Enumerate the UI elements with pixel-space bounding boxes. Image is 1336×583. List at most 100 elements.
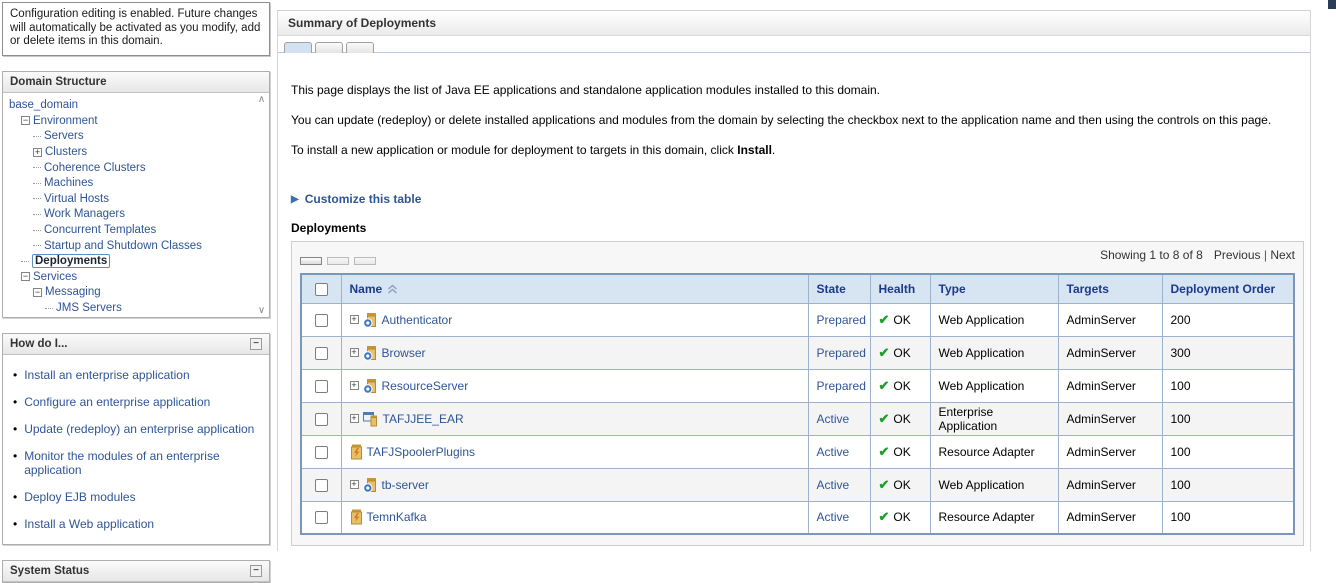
domain-tree-item[interactable]: Work Managers <box>7 207 254 223</box>
how-do-i-link[interactable]: Deploy EJB modules <box>24 490 135 504</box>
table-row: TemnKafka Active ✔ OK Resource Adapter A… <box>301 501 1294 534</box>
column-header-health: Health <box>870 274 930 303</box>
expand-row-icon[interactable]: + <box>350 414 359 423</box>
deployment-name-link[interactable]: tb-server <box>382 478 429 492</box>
tree-item-label[interactable]: Environment <box>33 115 98 127</box>
table-row: + tb-server Active ✔ OK <box>301 468 1294 501</box>
row-checkbox[interactable] <box>315 413 328 426</box>
row-checkbox[interactable] <box>315 380 328 393</box>
how-do-i-item: • Install an enterprise application <box>13 368 261 382</box>
update-button[interactable] <box>327 257 349 265</box>
scroll-up-icon[interactable]: ∧ <box>258 95 265 104</box>
domain-tree-item[interactable]: − Services <box>7 269 254 285</box>
row-checkbox[interactable] <box>315 314 328 327</box>
row-checkbox[interactable] <box>315 511 328 524</box>
tab-control[interactable] <box>315 42 343 53</box>
how-do-i-link[interactable]: Update (redeploy) an enterprise applicat… <box>24 422 254 436</box>
tree-expander-icon[interactable]: − <box>33 288 42 297</box>
deployment-name-link[interactable]: ResourceServer <box>382 379 469 393</box>
row-checkbox[interactable] <box>315 479 328 492</box>
deployment-name-link[interactable]: TAFJSpoolerPlugins <box>367 445 476 459</box>
select-all-checkbox[interactable] <box>315 283 328 296</box>
domain-tree-item[interactable]: + Clusters <box>7 144 254 160</box>
previous-button[interactable]: Previous <box>1214 248 1261 262</box>
row-checkbox[interactable] <box>315 347 328 360</box>
order-cell: 100 <box>1162 402 1294 435</box>
customize-table-link[interactable]: ▶ Customize this table <box>291 192 1304 206</box>
select-all-column-header <box>301 274 341 303</box>
health-cell: ✔ OK <box>870 468 930 501</box>
tree-connector <box>33 198 41 199</box>
how-do-i-item: • Monitor the modules of an enterprise a… <box>13 449 261 477</box>
how-do-i-link[interactable]: Install an enterprise application <box>24 368 189 382</box>
health-ok-icon: ✔ <box>879 411 890 427</box>
tab-configuration[interactable] <box>284 42 312 53</box>
how-do-i-link[interactable]: Configure an enterprise application <box>24 395 210 409</box>
expand-row-icon[interactable]: + <box>350 348 359 357</box>
domain-tree-item[interactable]: Servers <box>7 129 254 145</box>
tree-item-label[interactable]: Machines <box>44 177 93 189</box>
intro-paragraph: This page displays the list of Java EE a… <box>291 84 1304 97</box>
expand-row-icon[interactable]: + <box>350 381 359 390</box>
sort-icon[interactable] <box>387 284 398 294</box>
tree-item-label[interactable]: JMS Servers <box>56 302 122 314</box>
state-cell: Prepared <box>808 369 870 402</box>
domain-tree-item[interactable]: Startup and Shutdown Classes <box>7 238 254 254</box>
domain-tree-item[interactable]: base_domain <box>7 98 254 114</box>
deployment-name-link[interactable]: Browser <box>382 346 426 360</box>
deployments-table: Name State Health Type Targets Deploymen <box>300 273 1295 535</box>
collapse-icon[interactable]: − <box>250 338 262 350</box>
tree-item-label[interactable]: Messaging <box>45 286 101 298</box>
deployment-name-link[interactable]: Authenticator <box>382 313 453 327</box>
tree-expander-icon[interactable]: + <box>33 148 42 157</box>
domain-structure-tree: base_domain − Environment Servers + Clus… <box>3 93 269 317</box>
column-header-targets: Targets <box>1058 274 1162 303</box>
domain-tree-item[interactable]: Concurrent Templates <box>7 222 254 238</box>
expand-row-icon[interactable]: + <box>350 315 359 324</box>
bullet-icon: • <box>13 517 17 531</box>
tree-item-label[interactable]: base_domain <box>9 99 78 111</box>
tree-expander-icon[interactable]: − <box>21 272 30 281</box>
install-button[interactable] <box>300 257 322 265</box>
tree-expander-icon[interactable]: − <box>21 116 30 125</box>
domain-tree-item[interactable]: Coherence Clusters <box>7 160 254 176</box>
expand-row-icon[interactable]: + <box>350 480 359 489</box>
tree-item-label[interactable]: Deployments <box>32 254 110 268</box>
domain-tree-item[interactable]: − Environment <box>7 113 254 129</box>
domain-tree-item[interactable]: Machines <box>7 175 254 191</box>
tree-item-label[interactable]: Virtual Hosts <box>44 193 109 205</box>
enterprise-application-icon <box>363 411 379 427</box>
tree-item-label[interactable]: Work Managers <box>44 208 125 220</box>
tree-item-label[interactable]: Services <box>33 271 77 283</box>
tab-monitoring[interactable] <box>346 42 374 53</box>
next-button[interactable]: Next <box>1270 248 1295 262</box>
tree-item-label[interactable]: Startup and Shutdown Classes <box>44 240 202 252</box>
how-do-i-link[interactable]: Monitor the modules of an enterprise app… <box>24 449 261 477</box>
tree-item-label[interactable]: Clusters <box>45 146 87 158</box>
deployment-name-link[interactable]: TemnKafka <box>367 510 427 524</box>
scroll-down-icon[interactable]: ∨ <box>258 306 265 315</box>
state-cell: Active <box>808 468 870 501</box>
web-application-icon <box>363 477 378 493</box>
deployment-name-link[interactable]: TAFJJEE_EAR <box>383 412 464 426</box>
delete-button[interactable] <box>354 257 376 265</box>
tree-item-label[interactable]: Servers <box>44 130 84 142</box>
targets-cell: AdminServer <box>1058 468 1162 501</box>
domain-tree-item[interactable]: JMS Servers <box>7 300 254 316</box>
domain-tree-item[interactable]: Virtual Hosts <box>7 191 254 207</box>
domain-tree-item[interactable]: Deployments <box>7 253 254 269</box>
health-cell: ✔ OK <box>870 501 930 534</box>
column-header-type: Type <box>930 274 1058 303</box>
tree-connector <box>21 261 29 262</box>
tree-item-label[interactable]: Coherence Clusters <box>44 162 146 174</box>
health-label: OK <box>893 346 910 360</box>
column-header-name[interactable]: Name <box>341 274 808 303</box>
collapse-icon[interactable]: − <box>250 565 262 577</box>
domain-tree-item[interactable]: − Messaging <box>7 285 254 301</box>
row-checkbox[interactable] <box>315 446 328 459</box>
tree-item-label[interactable]: Concurrent Templates <box>44 224 156 236</box>
how-do-i-link[interactable]: Install a Web application <box>24 517 154 531</box>
tree-scrollbar[interactable]: ∧ ∨ <box>254 93 269 317</box>
how-do-i-header: How do I... − <box>3 334 269 355</box>
order-cell: 100 <box>1162 468 1294 501</box>
